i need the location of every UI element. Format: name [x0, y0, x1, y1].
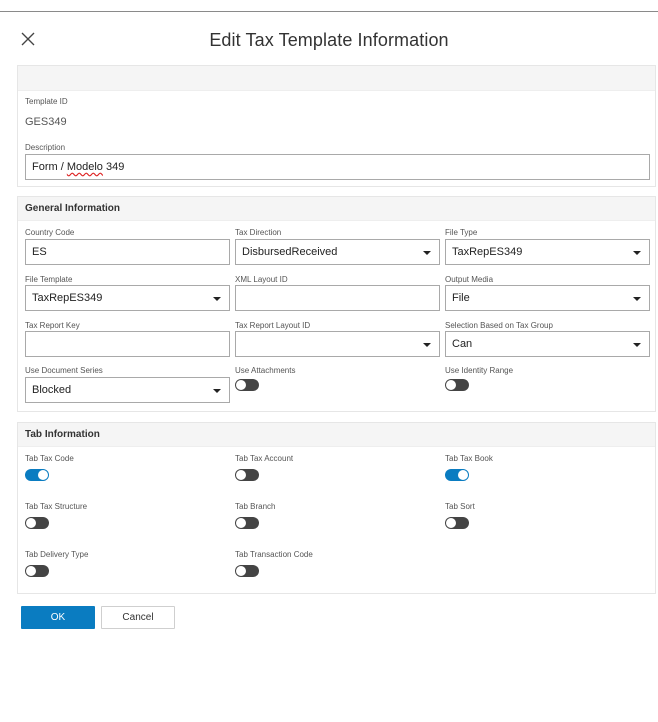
chevron-down-icon	[633, 297, 641, 301]
toggle-knob	[458, 470, 468, 480]
toggle-knob	[38, 470, 48, 480]
tab-delivery-type-label: Tab Delivery Type	[25, 550, 89, 559]
tax-direction-value: DisbursedReceived	[242, 246, 338, 258]
toggle-knob	[446, 518, 456, 528]
description-text-misspelled: Modelo	[66, 161, 103, 173]
use-identity-range-label: Use Identity Range	[445, 366, 514, 375]
toggle-knob	[236, 566, 246, 576]
toggle-knob	[236, 470, 246, 480]
tab-sort-label: Tab Sort	[445, 502, 475, 511]
use-attachments-toggle[interactable]	[235, 379, 259, 391]
description-field[interactable]: Form / Modelo 349	[25, 154, 650, 180]
chevron-down-icon	[423, 251, 431, 255]
description-text-prefix: Form /	[32, 161, 67, 173]
tab-branch-label: Tab Branch	[235, 502, 276, 511]
cancel-button[interactable]: Cancel	[101, 606, 175, 629]
template-id-value: GES349	[25, 116, 67, 128]
xml-layout-id-field[interactable]	[235, 285, 440, 311]
tab-information-panel: Tab Information Tab Tax Code Tab Tax Acc…	[17, 422, 656, 594]
chevron-down-icon	[213, 297, 221, 301]
description-text-suffix: 349	[102, 161, 125, 173]
country-code-value: ES	[32, 246, 47, 258]
identity-panel: Template ID GES349 Description Form / Mo…	[17, 65, 656, 187]
tab-tax-book-label: Tab Tax Book	[445, 454, 493, 463]
use-document-series-label: Use Document Series	[25, 366, 103, 375]
tab-tax-book-toggle[interactable]	[445, 469, 469, 481]
file-type-value: TaxRepES349	[452, 246, 523, 258]
use-document-series-value: Blocked	[32, 384, 72, 396]
description-label: Description	[25, 143, 66, 152]
country-code-field[interactable]: ES	[25, 239, 230, 265]
file-type-label: File Type	[445, 228, 478, 237]
tab-tax-structure-toggle[interactable]	[25, 517, 49, 529]
general-information-header: General Information	[18, 197, 655, 221]
tab-sort-toggle[interactable]	[445, 517, 469, 529]
file-template-label: File Template	[25, 275, 73, 284]
tab-tax-account-toggle[interactable]	[235, 469, 259, 481]
tab-transaction-code-toggle[interactable]	[235, 565, 259, 577]
tax-direction-label: Tax Direction	[235, 228, 282, 237]
tab-tax-account-label: Tab Tax Account	[235, 454, 294, 463]
identity-panel-header	[18, 66, 655, 91]
file-template-dropdown[interactable]: TaxRepES349	[25, 285, 230, 311]
tab-information-header: Tab Information	[18, 423, 655, 447]
toggle-knob	[446, 380, 456, 390]
xml-layout-id-label: XML Layout ID	[235, 275, 288, 284]
tax-report-key-label: Tax Report Key	[25, 321, 80, 330]
tax-report-layout-id-dropdown[interactable]	[235, 331, 440, 357]
output-media-dropdown[interactable]: File	[445, 285, 650, 311]
use-document-series-dropdown[interactable]: Blocked	[25, 377, 230, 403]
template-id-label: Template ID	[25, 97, 68, 106]
toggle-knob	[26, 566, 36, 576]
file-template-value: TaxRepES349	[32, 292, 103, 304]
selection-based-dropdown[interactable]: Can	[445, 331, 650, 357]
use-attachments-label: Use Attachments	[235, 366, 296, 375]
chevron-down-icon	[213, 389, 221, 393]
tax-direction-dropdown[interactable]: DisbursedReceived	[235, 239, 440, 265]
selection-based-value: Can	[452, 338, 473, 350]
tab-transaction-code-label: Tab Transaction Code	[235, 550, 313, 559]
selection-based-label: Selection Based on Tax Group	[445, 321, 553, 330]
chevron-down-icon	[423, 343, 431, 347]
output-media-label: Output Media	[445, 275, 494, 284]
tab-tax-code-label: Tab Tax Code	[25, 454, 74, 463]
country-code-label: Country Code	[25, 228, 75, 237]
output-media-value: File	[452, 292, 470, 304]
toggle-knob	[236, 380, 246, 390]
file-type-dropdown[interactable]: TaxRepES349	[445, 239, 650, 265]
tax-report-key-field[interactable]	[25, 331, 230, 357]
top-border	[0, 11, 658, 12]
tab-branch-toggle[interactable]	[235, 517, 259, 529]
use-identity-range-toggle[interactable]	[445, 379, 469, 391]
chevron-down-icon	[633, 343, 641, 347]
tab-tax-code-toggle[interactable]	[25, 469, 49, 481]
chevron-down-icon	[633, 251, 641, 255]
toggle-knob	[236, 518, 246, 528]
toggle-knob	[26, 518, 36, 528]
dialog-title: Edit Tax Template Information	[209, 30, 449, 50]
general-information-panel: General Information Country Code ES Tax …	[17, 196, 656, 412]
ok-button[interactable]: OK	[21, 606, 95, 629]
tab-tax-structure-label: Tab Tax Structure	[25, 502, 88, 511]
tax-report-layout-id-label: Tax Report Layout ID	[235, 321, 311, 330]
tab-delivery-type-toggle[interactable]	[25, 565, 49, 577]
